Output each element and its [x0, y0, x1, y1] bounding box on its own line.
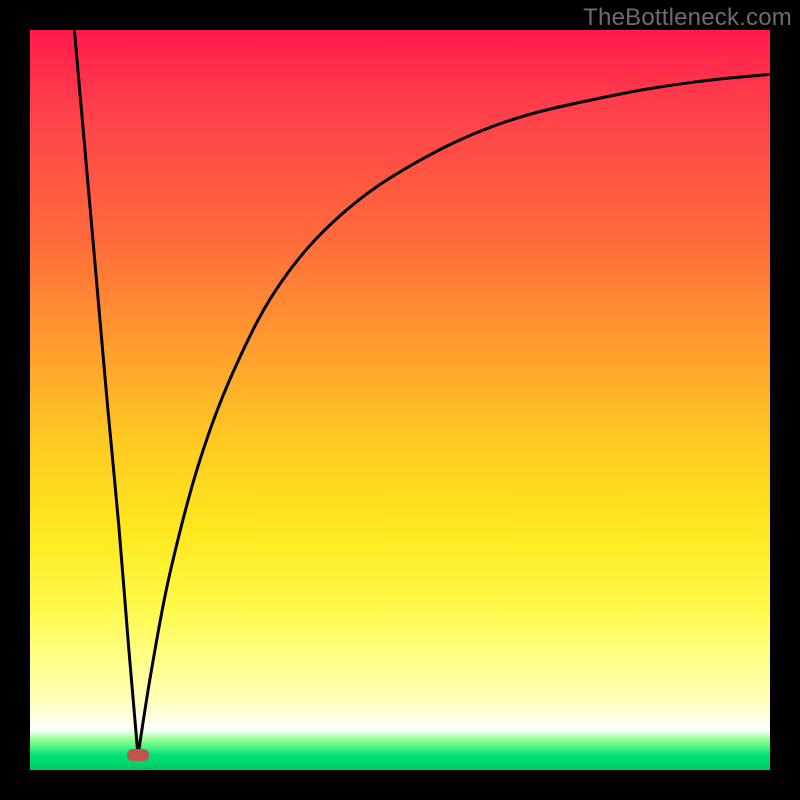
curve-left — [74, 30, 138, 755]
plot-area — [30, 30, 770, 770]
outer-frame: TheBottleneck.com — [0, 0, 800, 800]
curve-layer — [30, 30, 770, 770]
watermark-text: TheBottleneck.com — [583, 4, 792, 32]
bottleneck-marker — [127, 749, 149, 761]
curve-right — [138, 74, 770, 755]
